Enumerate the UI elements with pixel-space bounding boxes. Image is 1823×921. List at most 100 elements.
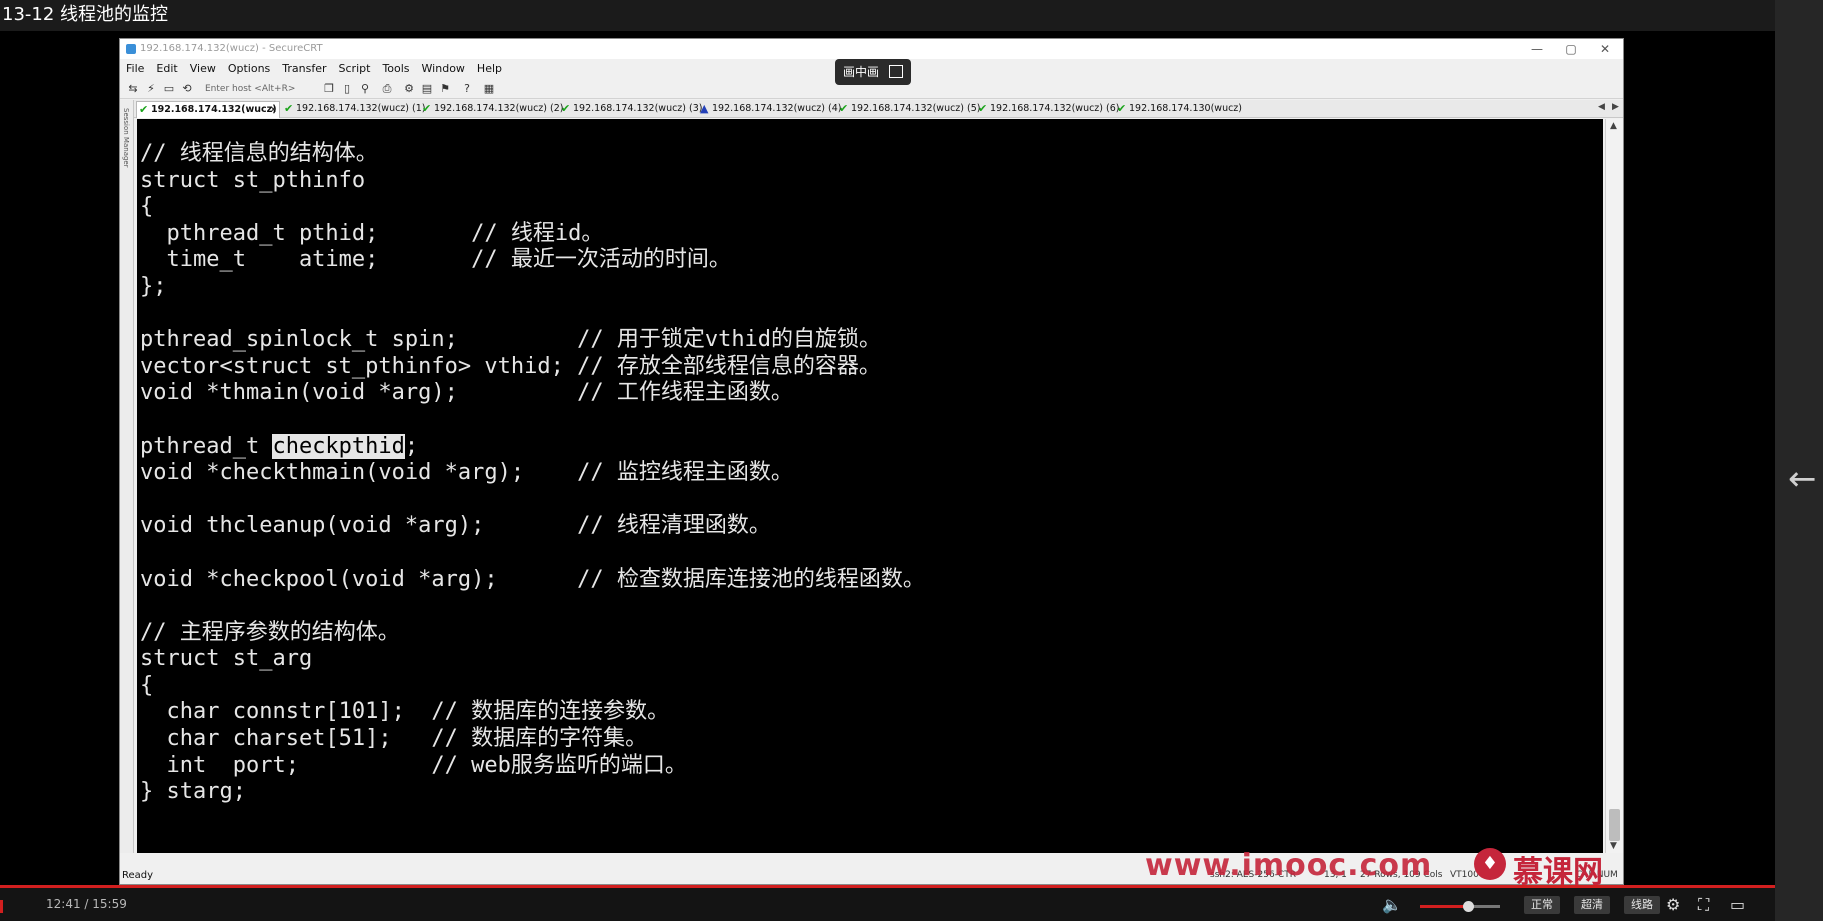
script-icon[interactable]: ▦ <box>482 82 496 96</box>
pip-icon <box>889 65 903 78</box>
session-manager-panel[interactable]: Session Manager <box>120 100 134 853</box>
securecrt-window: 192.168.174.132(wucz) - SecureCRT — ▢ ✕ … <box>119 38 1624 885</box>
tab-close-icon[interactable]: x <box>270 102 276 118</box>
tab-label: 192.168.174.132(wucz) (2) <box>434 103 564 114</box>
volume-knob[interactable] <box>1463 901 1474 912</box>
volume-fill <box>1420 905 1468 908</box>
menu-help[interactable]: Help <box>471 59 508 79</box>
menu-options[interactable]: Options <box>222 59 276 79</box>
quick-connect-icon[interactable]: ⚡ <box>144 82 158 96</box>
tab-session-2[interactable]: ✔ 192.168.174.132(wucz) (2) <box>420 101 563 118</box>
terminal-line: // 线程信息的结构体。 <box>140 141 378 166</box>
menu-view[interactable]: View <box>184 59 222 79</box>
menu-edit[interactable]: Edit <box>150 59 183 79</box>
find-icon[interactable]: ⚲ <box>358 82 372 96</box>
session-tabs: ✔ 192.168.174.132(wucz) x ✔ 192.168.174.1… <box>120 100 1623 118</box>
window-titlebar: 192.168.174.132(wucz) - SecureCRT — ▢ ✕ <box>120 39 1623 59</box>
tab-label: 192.168.174.132(wucz) (1) <box>296 103 426 114</box>
help-icon[interactable]: ? <box>460 82 474 96</box>
status-ready: Ready <box>122 870 154 881</box>
tab-label: 192.168.174.132(wucz) (5) <box>851 103 981 114</box>
route-button[interactable]: 线路 <box>1624 896 1660 914</box>
terminal-line: void *checkthmain(void *arg); // 监控线程主函数… <box>140 460 793 486</box>
connect-icon[interactable]: ⇆ <box>126 82 140 96</box>
terminal-line: void *checkpool(void *arg); // 检查数据库连接池的… <box>140 566 925 592</box>
terminal-line: time_t atime; // 最近一次活动的时间。 <box>140 247 731 273</box>
tab-label: 192.168.174.132(wucz) (3) <box>573 103 703 114</box>
playback-time: 12:41 / 15:59 <box>46 897 127 911</box>
securecrt-app-icon <box>126 44 136 54</box>
quality-button[interactable]: 超清 <box>1574 896 1610 914</box>
terminal-line: struct st_pthinfo <box>140 167 366 193</box>
print-icon[interactable]: ⎙ <box>380 82 394 96</box>
terminal-line: pthread_spinlock_t spin; // 用于锁定vthid的自旋… <box>140 327 882 353</box>
terminal-view[interactable]: // 线程信息的结构体。 struct st_pthinfo{ pthread_t… <box>137 119 1603 853</box>
selected-text[interactable]: checkpthid <box>272 433 405 459</box>
tab-label: 192.168.174.130(wucz) <box>1129 103 1243 114</box>
terminal-line: void thcleanup(void *arg); // 线程清理函数。 <box>140 513 771 539</box>
connected-icon: ✔ <box>1117 102 1127 115</box>
picture-in-picture-button[interactable]: 画中画 <box>835 59 911 85</box>
terminal-line: { <box>140 194 154 220</box>
tab-session-4[interactable]: ▲ 192.168.174.132(wucz) (4) <box>698 101 841 118</box>
connected-icon: ✔ <box>978 102 988 115</box>
settings-icon[interactable]: ⚙ <box>402 82 416 96</box>
fullscreen-icon[interactable]: ⛶ <box>1698 895 1709 915</box>
tab-session-0[interactable]: ✔ 192.168.174.132(wucz) x <box>136 101 280 118</box>
tab-label: 192.168.174.132(wucz) (6) <box>990 103 1120 114</box>
maximize-button[interactable]: ▢ <box>1554 39 1588 59</box>
terminal-text: // 线程信息的结构体。 struct st_pthinfo{ pthread_t… <box>140 141 925 806</box>
connected-icon: ✔ <box>839 102 849 115</box>
terminal-line: } starg; <box>140 779 246 805</box>
connect-in-tab-icon[interactable]: ▭ <box>162 82 176 96</box>
tab-session-6[interactable]: ✔ 192.168.174.132(wucz) (6) <box>976 101 1119 118</box>
settings-gear-icon[interactable]: ⚙ <box>1666 895 1680 914</box>
scrollbar-thumb[interactable] <box>1609 809 1620 841</box>
terminal-line: pthread_t checkpthid; <box>140 433 419 459</box>
reconnect-icon[interactable]: ⟲ <box>180 82 194 96</box>
volume-icon[interactable]: 🔈 <box>1382 895 1402 914</box>
terminal-scrollbar[interactable]: ▲ ▼ <box>1605 119 1623 853</box>
terminal-line: char connstr[101]; // 数据库的连接参数。 <box>140 699 670 725</box>
terminal-line: char charset[51]; // 数据库的字符集。 <box>140 726 648 752</box>
scroll-up-icon[interactable]: ▲ <box>1610 121 1617 131</box>
close-button[interactable]: ✕ <box>1588 39 1622 59</box>
copy-icon[interactable]: ❐ <box>322 82 336 96</box>
tab-session-1[interactable]: ✔ 192.168.174.132(wucz) (1) <box>282 101 425 118</box>
connected-icon: ✔ <box>422 102 432 115</box>
menu-transfer[interactable]: Transfer <box>276 59 332 79</box>
menu-file[interactable]: File <box>120 59 150 79</box>
progress-marker[interactable] <box>0 900 3 913</box>
volume-slider[interactable] <box>1420 901 1500 912</box>
menu-tools[interactable]: Tools <box>376 59 415 79</box>
connected-icon: ✔ <box>139 103 149 116</box>
host-input[interactable]: Enter host <Alt+R> <box>205 82 315 96</box>
keymap-icon[interactable]: ⚑ <box>438 82 452 96</box>
terminal-line: pthread_t pthid; // 线程id。 <box>140 220 604 246</box>
tab-scroll-left-icon[interactable]: ◀ <box>1598 102 1605 112</box>
connected-icon: ✔ <box>561 102 571 115</box>
pip-toggle-icon[interactable]: ▭ <box>1730 895 1745 914</box>
connected-icon: ✔ <box>284 102 294 115</box>
terminal-line: vector<struct st_pthinfo> vthid; // 存放全部… <box>140 353 881 379</box>
minimize-button[interactable]: — <box>1520 39 1554 59</box>
paste-icon[interactable]: ▯ <box>340 82 354 96</box>
scroll-down-icon[interactable]: ▼ <box>1610 841 1617 851</box>
tab-session-7[interactable]: ✔ 192.168.174.130(wucz) <box>1115 101 1242 118</box>
back-arrow-icon[interactable]: ← <box>1788 462 1822 496</box>
player-controls: 12:41 / 15:59 🔈 正常 超清 线路 ⚙ ⛶ ▭ <box>0 888 1775 921</box>
tab-session-5[interactable]: ✔ 192.168.174.132(wucz) (5) <box>837 101 980 118</box>
session-manager-label: Session Manager <box>122 108 130 168</box>
menu-window[interactable]: Window <box>416 59 471 79</box>
speed-button[interactable]: 正常 <box>1524 896 1560 914</box>
pip-label: 画中画 <box>843 65 880 79</box>
menu-script[interactable]: Script <box>333 59 377 79</box>
tab-session-3[interactable]: ✔ 192.168.174.132(wucz) (3) <box>559 101 702 118</box>
sftp-icon[interactable]: ▤ <box>420 82 434 96</box>
tab-scroll-right-icon[interactable]: ▶ <box>1612 102 1619 112</box>
